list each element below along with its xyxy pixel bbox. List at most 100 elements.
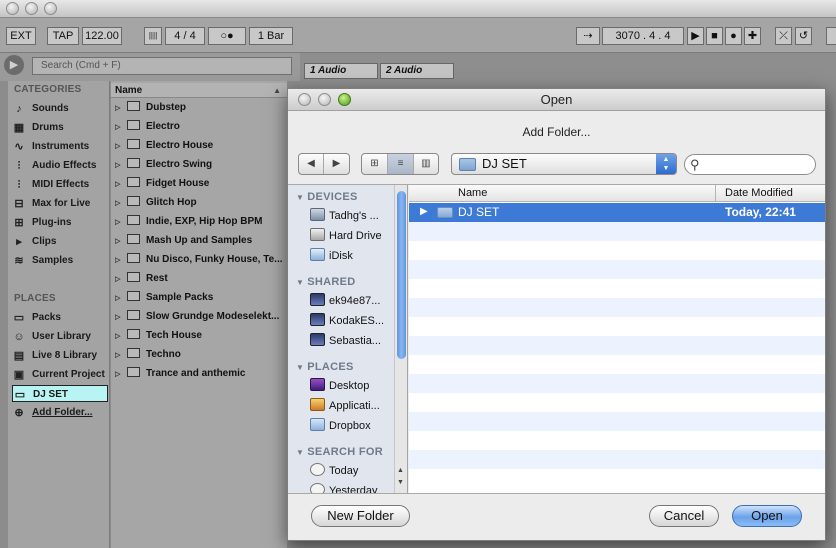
browser-folder[interactable]: ▷ Mash Up and Samples <box>115 231 287 250</box>
re-enable-automation-icon[interactable]: ↺ <box>795 27 812 45</box>
record-icon[interactable]: ● <box>725 27 742 45</box>
expand-icon[interactable]: ▷ <box>115 308 123 326</box>
new-folder-button[interactable]: New Folder <box>311 505 410 527</box>
expand-icon[interactable]: ▷ <box>115 232 123 250</box>
sidebar-shared-3[interactable]: Sebastia... <box>310 332 394 350</box>
sidebar-device-computer[interactable]: Tadhg's ... <box>310 207 394 225</box>
minimize-window-button[interactable] <box>25 2 38 15</box>
category-plug-ins[interactable]: ⊞ Plug-ins <box>12 214 108 231</box>
sidebar-search-yesterday[interactable]: Yesterday <box>310 482 394 493</box>
forward-button[interactable]: ▶ <box>324 154 349 174</box>
browser-folder[interactable]: ▷ Glitch Hop <box>115 193 287 212</box>
category-audio-effects[interactable]: ⫶ Audio Effects <box>12 157 108 174</box>
expand-icon[interactable]: ▷ <box>115 194 123 212</box>
tap-tempo-button[interactable]: TAP <box>47 27 79 45</box>
sidebar-device-idisk[interactable]: iDisk <box>310 247 394 265</box>
category-drums[interactable]: ▦ Drums <box>12 119 108 136</box>
back-button[interactable]: ◀ <box>299 154 324 174</box>
punch-icon[interactable] <box>826 27 836 45</box>
expand-icon[interactable]: ▷ <box>115 289 123 307</box>
browser-folder[interactable]: ▷ Tech House <box>115 326 287 345</box>
add-folder-link[interactable]: ⊕ Add Folder... <box>12 404 108 421</box>
devices-heading[interactable]: ▼ DEVICES <box>296 191 358 203</box>
dialog-search-input[interactable]: ⚲ <box>684 154 816 175</box>
quantize-menu[interactable]: 1 Bar <box>249 27 293 45</box>
follow-icon[interactable]: ⇢ <box>576 27 600 45</box>
place-dj-set[interactable]: ▭ DJ SET <box>12 385 108 402</box>
expand-icon[interactable]: ▷ <box>115 327 123 345</box>
metronome-icon[interactable]: ○● <box>208 27 246 45</box>
place-live-8-library[interactable]: ▤ Live 8 Library <box>12 347 108 364</box>
close-window-button[interactable] <box>6 2 19 15</box>
browser-folder[interactable]: ▷ Electro House <box>115 136 287 155</box>
date-modified-column-header[interactable]: Date Modified <box>725 185 793 202</box>
sidebar-scroll-thumb[interactable] <box>397 191 406 359</box>
sidebar-device-hard-drive[interactable]: Hard Drive <box>310 227 394 245</box>
search-for-heading[interactable]: ▼ SEARCH FOR <box>296 446 383 458</box>
browser-folder[interactable]: ▷ Slow Grundge Modeselekt... <box>115 307 287 326</box>
shared-heading[interactable]: ▼ SHARED <box>296 276 355 288</box>
browser-folder[interactable]: ▷ Trance and anthemic <box>115 364 287 383</box>
preview-play-icon[interactable]: ▶ <box>4 55 24 75</box>
column-view-icon[interactable]: ▥ <box>414 154 438 174</box>
stop-icon[interactable]: ■ <box>706 27 723 45</box>
expand-icon[interactable]: ▷ <box>115 213 123 231</box>
name-column-header[interactable]: Name ▲ <box>111 83 287 98</box>
expand-icon[interactable]: ▷ <box>115 99 123 117</box>
place-current-project[interactable]: ▣ Current Project <box>12 366 108 383</box>
sidebar-search-today[interactable]: Today <box>310 462 394 480</box>
sidebar-scrollbar[interactable]: ▲ ▼ <box>394 185 407 493</box>
track-header-2[interactable]: 2 Audio <box>380 63 454 79</box>
category-max-for-live[interactable]: ⊟ Max for Live <box>12 195 108 212</box>
ext-sync-button[interactable]: EXT <box>6 27 36 45</box>
browser-search-input[interactable]: Search (Cmd + F) <box>32 57 292 75</box>
expand-icon[interactable]: ▷ <box>115 365 123 383</box>
sidebar-shared-1[interactable]: ek94e87... <box>310 292 394 310</box>
category-sounds[interactable]: ♪ Sounds <box>12 100 108 117</box>
open-button[interactable]: Open <box>732 505 802 527</box>
place-packs[interactable]: ▭ Packs <box>12 309 108 326</box>
scroll-down-icon[interactable]: ▼ <box>397 479 404 486</box>
browser-folder[interactable]: ▷ Rest <box>115 269 287 288</box>
browser-folder[interactable]: ▷ Electro <box>115 117 287 136</box>
browser-folder[interactable]: ▷ Techno <box>115 345 287 364</box>
overdub-icon[interactable]: ✚ <box>744 27 761 45</box>
expand-icon[interactable]: ▷ <box>115 346 123 364</box>
name-column-header[interactable]: Name <box>458 185 487 202</box>
list-view-icon[interactable]: ≡ <box>388 154 414 174</box>
category-samples[interactable]: ≋ Samples <box>12 252 108 269</box>
browser-folder[interactable]: ▷ Nu Disco, Funky House, Te... <box>115 250 287 269</box>
browser-folder[interactable]: ▷ Fidget House <box>115 174 287 193</box>
disclosure-triangle-icon[interactable]: ▶ <box>420 206 428 217</box>
automation-arm-icon[interactable]: ⤫ <box>775 27 792 45</box>
category-midi-effects[interactable]: ⫶ MIDI Effects <box>12 176 108 193</box>
time-signature-field[interactable]: 4 / 4 <box>165 27 205 45</box>
browser-folder[interactable]: ▷ Indie, EXP, Hip Hop BPM <box>115 212 287 231</box>
expand-icon[interactable]: ▷ <box>115 137 123 155</box>
sidebar-place-applications[interactable]: Applicati... <box>310 397 394 415</box>
expand-icon[interactable]: ▷ <box>115 156 123 174</box>
category-instruments[interactable]: ∿ Instruments <box>12 138 108 155</box>
sidebar-place-dropbox[interactable]: Dropbox <box>310 417 394 435</box>
place-user-library[interactable]: ☺ User Library <box>12 328 108 345</box>
category-clips[interactable]: ▸ Clips <box>12 233 108 250</box>
browser-folder[interactable]: ▷ Sample Packs <box>115 288 287 307</box>
track-header-1[interactable]: 1 Audio <box>304 63 378 79</box>
tempo-nudge-icon[interactable]: |||| <box>144 27 162 45</box>
expand-icon[interactable]: ▷ <box>115 118 123 136</box>
scroll-up-icon[interactable]: ▲ <box>397 467 404 474</box>
browser-folder[interactable]: ▷ Electro Swing <box>115 155 287 174</box>
sidebar-place-desktop[interactable]: Desktop <box>310 377 394 395</box>
file-row-dj-set[interactable]: ▶ DJ SET Today, 22:41 <box>409 203 825 222</box>
sidebar-shared-2[interactable]: KodakES... <box>310 312 394 330</box>
icon-view-icon[interactable]: ⊞ <box>362 154 388 174</box>
tempo-field[interactable]: 122.00 <box>82 27 122 45</box>
expand-icon[interactable]: ▷ <box>115 175 123 193</box>
browser-folder[interactable]: ▷ Dubstep <box>115 98 287 117</box>
places-heading[interactable]: ▼ PLACES <box>296 361 354 373</box>
arrangement-position-field[interactable]: 3070 . 4 . 4 <box>602 27 684 45</box>
cancel-button[interactable]: Cancel <box>649 505 719 527</box>
play-icon[interactable]: ▶ <box>687 27 704 45</box>
expand-icon[interactable]: ▷ <box>115 270 123 288</box>
zoom-window-button[interactable] <box>44 2 57 15</box>
